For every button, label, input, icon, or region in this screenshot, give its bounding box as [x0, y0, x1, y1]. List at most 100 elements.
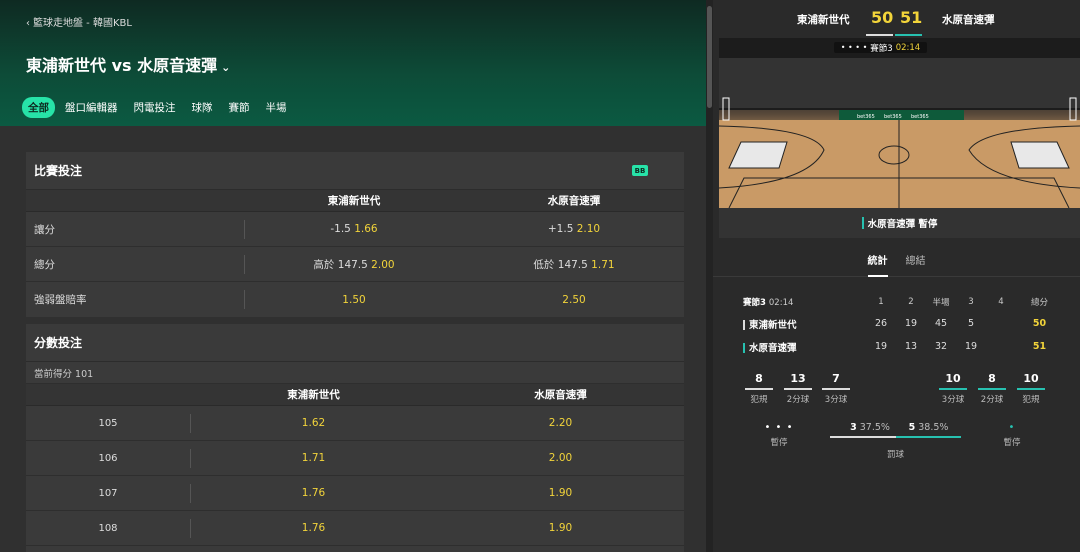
points-value: 107	[98, 487, 118, 499]
team-name: 水原音速彈	[749, 342, 797, 354]
tab-bet-builder[interactable]: 盤口編輯器	[59, 97, 124, 118]
table-row: 水原音速彈 19 13 32 19 51	[743, 335, 1073, 358]
col-q1: 1	[878, 297, 884, 307]
home-team-header: 東浦新世代	[327, 195, 381, 207]
bet-row-total: 總分 高於 147.5 2.00 低於 147.5 1.71	[26, 247, 684, 282]
scoreboard: 東浦新世代 50 51 水原音速彈	[713, 0, 1080, 38]
odds-button-away[interactable]: +1.5 2.10	[464, 223, 684, 235]
column-headers: 東浦新世代 水原音速彈	[26, 384, 684, 406]
clock-time: 02:14	[895, 42, 921, 53]
tab-quick-bet[interactable]: 閃電投注	[128, 97, 182, 118]
tab-teams[interactable]: 球隊	[186, 97, 219, 118]
odds-button-home[interactable]: 1.76	[190, 522, 437, 534]
score-cell: 19	[904, 318, 918, 329]
points-row: 105 1.62 2.20	[26, 406, 684, 441]
chevron-down-icon: ⌄	[221, 61, 231, 74]
stat-value: 7	[832, 372, 840, 385]
home-team-header: 東浦新世代	[287, 389, 340, 401]
clock: 02:14	[768, 298, 794, 308]
svg-text:bet365: bet365	[884, 114, 902, 120]
away-free-throws: 5 38.5%	[896, 422, 961, 438]
team-name: 東浦新世代	[749, 319, 797, 331]
odds: 1.66	[354, 223, 378, 235]
ft-pct: 37.5%	[859, 422, 890, 433]
odds-button-away[interactable]: 1.90	[437, 487, 684, 499]
tab-quarters[interactable]: 賽節	[223, 97, 256, 118]
score-cell: 26	[874, 318, 888, 329]
odds-button-home[interactable]: -1.5 1.66	[244, 223, 464, 235]
timeout-label: 暫停	[770, 438, 788, 448]
home-score: 50	[871, 8, 894, 27]
panel-title[interactable]: 分數投注	[26, 324, 684, 362]
match-status: 水原音速彈 暫停	[719, 208, 1080, 238]
stat-label: 3分球	[824, 395, 848, 405]
home-stat-3pt: 7 3分球	[821, 372, 851, 405]
team-marker	[743, 343, 745, 353]
game-clock: • • • • 賽節3 02:14	[834, 42, 927, 54]
panel-title-text: 比賽投注	[34, 164, 83, 178]
scrollbar[interactable]	[706, 0, 713, 552]
away-team-header: 水原音速彈	[547, 195, 601, 207]
breadcrumb-label: 籃球走地盤 - 韓國KBL	[33, 18, 132, 29]
free-throws-label: 罰球	[886, 450, 904, 460]
tab-all[interactable]: 全部	[22, 97, 55, 118]
match-title-text: 東浦新世代 vs 水原音速彈	[26, 56, 218, 75]
points-row: 108 1.76 1.90	[26, 511, 684, 546]
away-score-underline	[895, 34, 922, 36]
odds-button-home[interactable]: 1.62	[190, 417, 437, 429]
total-score: 50	[1032, 318, 1047, 329]
odds-button-away[interactable]: 2.20	[437, 417, 684, 429]
line: +1.5	[547, 223, 574, 235]
odds-button-away[interactable]: 低於 147.5 1.71	[464, 257, 684, 272]
timeout-dots-icon: • • •	[764, 422, 794, 433]
points-row: 107 1.76 1.90	[26, 476, 684, 511]
breadcrumb[interactable]: ‹ 籃球走地盤 - 韓國KBL	[26, 14, 132, 29]
current-score-info: 當前得分 101	[26, 362, 684, 384]
away-score: 51	[900, 8, 923, 27]
stats-tabs: 統計 總結	[713, 247, 1080, 277]
line: 高於 147.5	[313, 258, 368, 271]
table-row: 東浦新世代 26 19 45 5 50	[743, 312, 1073, 335]
odds-button-home[interactable]: 1.71	[190, 452, 437, 464]
tab-stats[interactable]: 統計	[867, 247, 888, 277]
stat-label: 2分球	[786, 395, 810, 405]
score-cell: 19	[874, 341, 888, 352]
period-label: 賽節3	[870, 43, 893, 54]
tab-summary[interactable]: 總結	[906, 247, 926, 276]
odds-button-home[interactable]: 1.50	[244, 294, 464, 306]
home-stat-2pt: 13 2分球	[783, 372, 813, 405]
market-tabs: 全部 盤口編輯器 閃電投注 球隊 賽節 半場	[22, 97, 297, 118]
score-cell: 19	[964, 341, 978, 352]
svg-text:bet365: bet365	[857, 114, 875, 120]
ft-made: 3	[850, 422, 857, 433]
line: -1.5	[330, 223, 351, 235]
score-cell: 5	[967, 318, 975, 329]
odds-button-away[interactable]: 1.90	[437, 522, 684, 534]
match-header: ‹ 籃球走地盤 - 韓國KBL 東浦新世代 vs 水原音速彈 ⌄ 全部 盤口編輯器 …	[0, 0, 706, 126]
col-q2: 2	[908, 297, 914, 307]
odds-button-home[interactable]: 高於 147.5 2.00	[244, 257, 464, 272]
stat-label: 犯規	[750, 395, 768, 405]
scrollbar-thumb[interactable]	[707, 6, 712, 108]
bet-row-moneyline: 強弱盤賠率 1.50 2.50	[26, 282, 684, 317]
points-value: 108	[98, 522, 118, 534]
odds-button-away[interactable]: 2.50	[464, 294, 684, 306]
points-bets-panel: 分數投注 當前得分 101 東浦新世代 水原音速彈 105 1.62 2.20 …	[26, 324, 684, 552]
bet-builder-badge: BB	[632, 165, 648, 176]
timeout-dots-icon: •	[1008, 422, 1016, 433]
col-q4: 4	[998, 297, 1004, 307]
match-title[interactable]: 東浦新世代 vs 水原音速彈 ⌄	[26, 52, 230, 76]
svg-text:bet365: bet365	[911, 114, 929, 120]
stat-label: 3分球	[941, 395, 965, 405]
period-label: 賽節3	[743, 298, 766, 308]
panel-title[interactable]: 比賽投注 BB	[26, 152, 684, 190]
tab-half[interactable]: 半場	[260, 97, 293, 118]
away-team-header: 水原音速彈	[534, 389, 587, 401]
stat-value: 13	[790, 372, 806, 385]
odds-button-home[interactable]: 1.76	[190, 487, 437, 499]
away-timeouts: • 暫停	[992, 422, 1032, 449]
score-cell: 32	[934, 341, 948, 352]
odds-button-away[interactable]: 2.00	[437, 452, 684, 464]
column-headers: 東浦新世代 水原音速彈	[26, 190, 684, 212]
stat-value: 10	[1023, 372, 1039, 385]
